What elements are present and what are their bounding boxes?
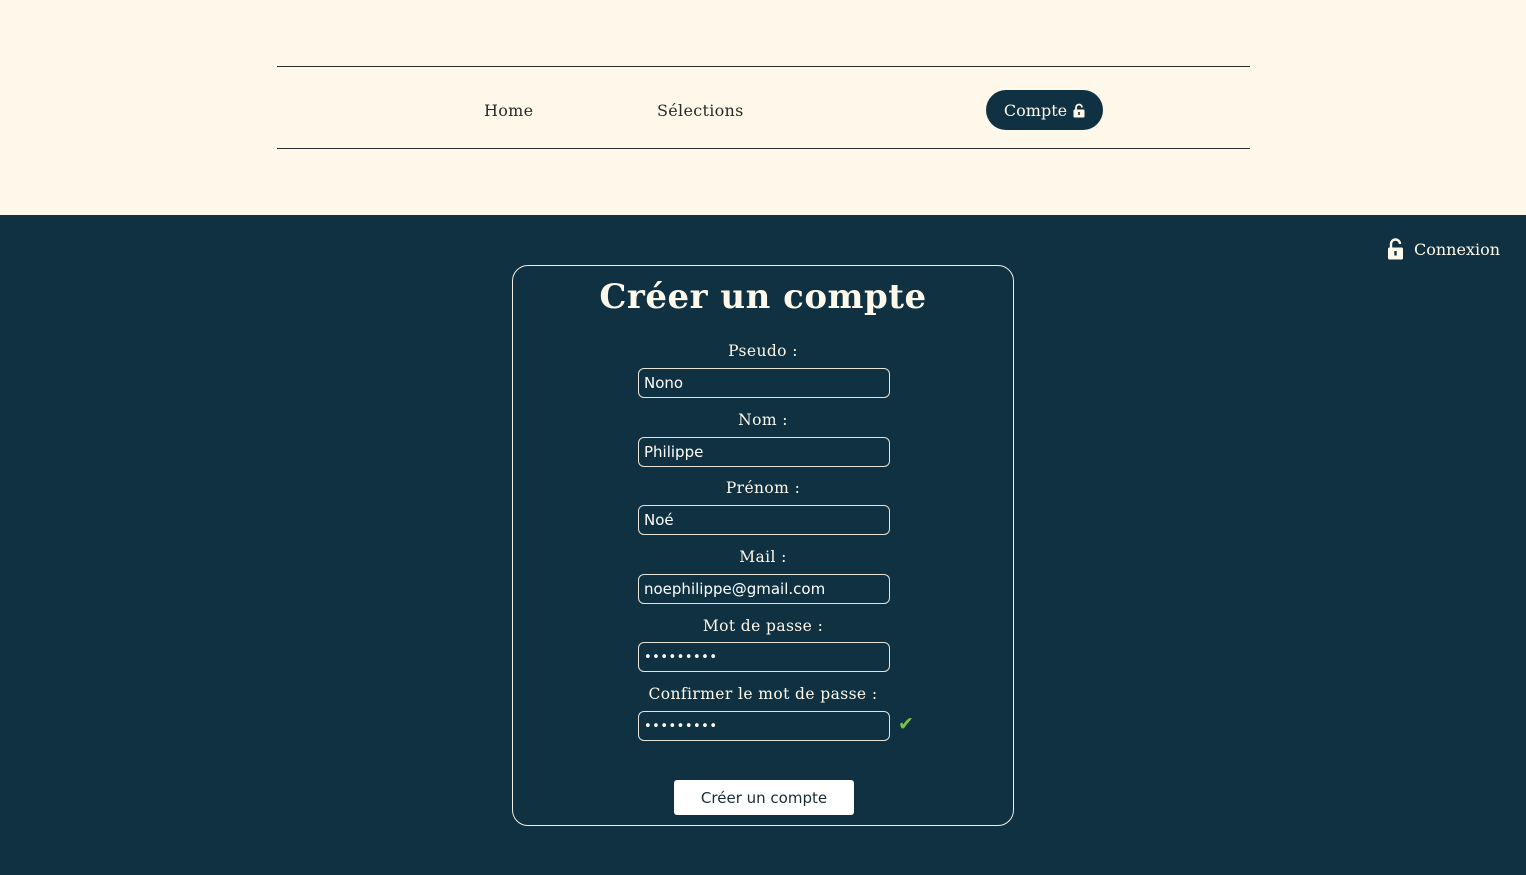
main-nav: Home Sélections Compte	[277, 66, 1250, 149]
nav-home-link[interactable]: Home	[484, 101, 533, 120]
nav-account-button[interactable]: Compte	[986, 90, 1103, 130]
lock-open-icon	[1387, 238, 1404, 260]
pseudo-input[interactable]	[638, 368, 890, 398]
confirm-password-label: Confirmer le mot de passe :	[648, 685, 878, 703]
prenom-input[interactable]	[638, 505, 890, 535]
password-input[interactable]	[638, 642, 890, 672]
top-header: Home Sélections Compte	[0, 0, 1526, 215]
checkmark-icon: ✔	[898, 713, 914, 735]
signup-form-card: Créer un compte Pseudo : Nom : Prénom : …	[512, 265, 1014, 826]
password-label: Mot de passe :	[702, 617, 824, 635]
nom-input[interactable]	[638, 437, 890, 467]
prenom-label: Prénom :	[725, 479, 801, 497]
mail-label: Mail :	[739, 548, 787, 566]
pseudo-label: Pseudo :	[728, 342, 798, 360]
login-label: Connexion	[1414, 239, 1501, 259]
create-account-button[interactable]: Créer un compte	[674, 780, 854, 815]
nom-label: Nom :	[738, 411, 788, 429]
form-title: Créer un compte	[599, 277, 927, 317]
nav-account-label: Compte	[1003, 100, 1068, 120]
lock-open-icon	[1073, 103, 1085, 118]
login-link[interactable]: Connexion	[1387, 238, 1500, 260]
mail-input[interactable]	[638, 574, 890, 604]
nav-selections-link[interactable]: Sélections	[657, 101, 744, 120]
confirm-password-input[interactable]	[638, 711, 890, 741]
